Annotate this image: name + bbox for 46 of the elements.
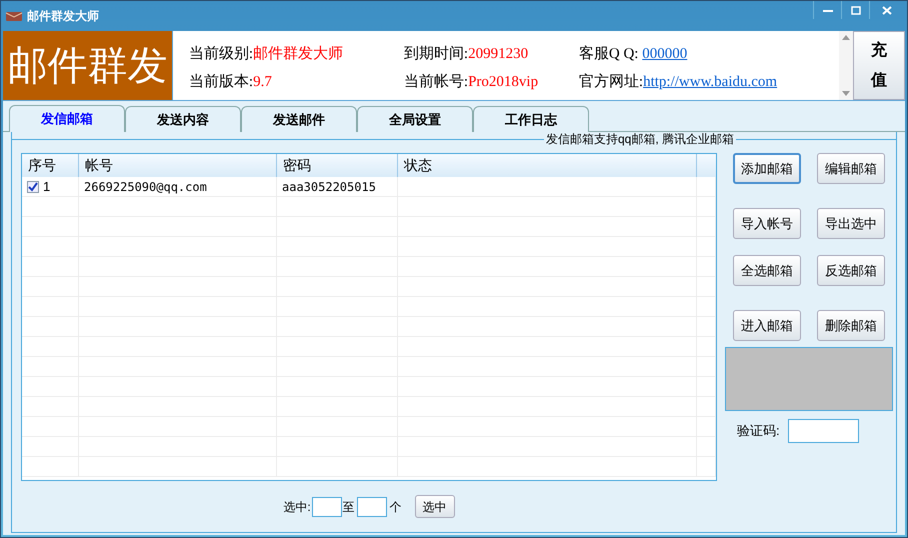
table-cell-text: 2669225090@qq.com	[84, 178, 207, 196]
tab[interactable]: 发信邮箱	[9, 105, 125, 132]
down-arrow-icon	[842, 91, 850, 96]
info-text: 当前版本:9.7	[188, 72, 273, 92]
tab[interactable]: 全局设置	[357, 106, 473, 132]
action-button[interactable]: 导出选中	[817, 208, 885, 239]
select-range-button[interactable]: 选中	[414, 495, 455, 518]
range-unit: 个	[390, 498, 402, 516]
range-separator: 至	[342, 498, 355, 516]
scrollbar[interactable]	[838, 31, 853, 100]
tab[interactable]: 工作日志	[473, 106, 589, 132]
recharge-button[interactable]: 充值	[852, 31, 905, 100]
tab[interactable]: 发送内容	[125, 106, 241, 132]
close-icon	[882, 6, 892, 14]
table-cell-text: 1	[43, 178, 50, 196]
info-text: 当前级别:邮件群发大师	[188, 45, 344, 64]
range-start-field[interactable]	[312, 496, 342, 516]
action-button[interactable]: 全选邮箱	[733, 255, 801, 286]
info-link-text: 官方网址:http://www.baidu.com	[578, 72, 778, 92]
table-cell-text: aaa3052205015	[282, 178, 376, 196]
logo-banner: 邮件群发	[3, 31, 172, 100]
range-label: 选中:	[283, 498, 311, 516]
captcha-label: 验证码:	[737, 422, 780, 440]
action-button[interactable]: 编辑邮箱	[817, 153, 885, 184]
action-button[interactable]: 删除邮箱	[817, 310, 885, 341]
action-button[interactable]: 进入邮箱	[733, 310, 801, 341]
captcha-field[interactable]	[788, 419, 859, 443]
info-text: 当前帐号:Pro2018vip	[404, 72, 540, 92]
column-header[interactable]: 帐号	[85, 155, 113, 176]
up-arrow-icon	[842, 35, 850, 40]
group-title: 发信邮箱支持qq邮箱, 腾讯企业邮箱	[544, 132, 735, 146]
action-button[interactable]: 添加邮箱	[733, 153, 801, 184]
tab[interactable]: 发送邮件	[241, 106, 357, 132]
action-button[interactable]: 导入帐号	[733, 208, 801, 239]
info-text: 到期时间:20991230	[404, 45, 530, 64]
minimize-icon	[822, 8, 832, 12]
maximize-icon	[850, 6, 860, 14]
window-title: 邮件群发大师	[27, 8, 99, 25]
column-header[interactable]: 密码	[283, 155, 311, 176]
envelope-icon	[5, 10, 23, 22]
column-header[interactable]: 状态	[404, 155, 432, 176]
info-link-text: 客服Q Q: 000000	[578, 45, 688, 64]
column-header[interactable]: 序号	[28, 155, 56, 176]
row-checkbox[interactable]	[27, 180, 39, 192]
action-button[interactable]: 反选邮箱	[817, 255, 885, 286]
range-end-field[interactable]	[356, 496, 387, 516]
